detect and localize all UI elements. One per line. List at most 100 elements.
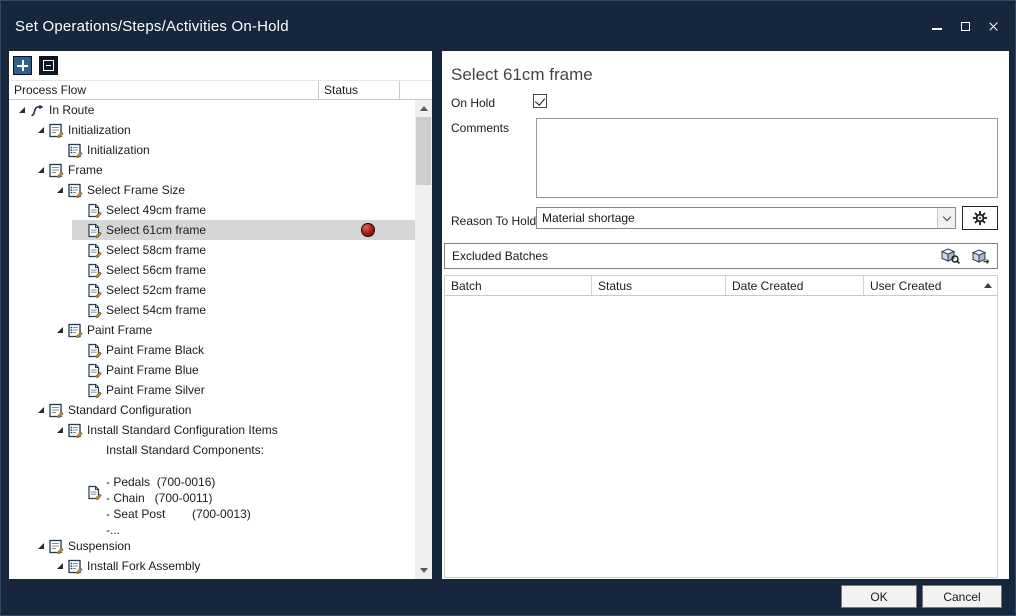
excluded-batches-table: BatchStatusDate CreatedUser Created: [444, 275, 998, 578]
dropdown-button[interactable]: [937, 208, 955, 228]
batches-table-body[interactable]: [445, 296, 997, 577]
tree-indent: [9, 472, 72, 536]
scroll-down-icon: [420, 568, 428, 573]
operation-icon: [48, 538, 64, 554]
activity-icon: [86, 222, 102, 238]
sort-ascending-icon: [984, 283, 992, 288]
expander-icon[interactable]: [34, 407, 48, 413]
tree-item-paint-frame-blue[interactable]: Paint Frame Blue: [9, 360, 415, 380]
tree-item-install-standard-configuration-items[interactable]: Install Standard Configuration Items: [9, 420, 415, 440]
expander-icon[interactable]: [34, 543, 48, 549]
collapse-all-button[interactable]: [39, 56, 58, 75]
expander-icon[interactable]: [53, 427, 67, 433]
excluded-batches-label: Excluded Batches: [452, 249, 548, 263]
tree-item-paint-frame[interactable]: Paint Frame: [9, 320, 415, 340]
tree-item-label: Select 54cm frame: [106, 302, 206, 318]
on-hold-checkbox[interactable]: [533, 94, 547, 108]
ok-button[interactable]: OK: [841, 585, 917, 608]
scrollbar-thumb[interactable]: [416, 117, 431, 185]
tree-item-select-frame-size[interactable]: Select Frame Size: [9, 180, 415, 200]
reason-settings-button[interactable]: [962, 206, 998, 230]
comments-textarea[interactable]: [536, 118, 998, 198]
scroll-up-button[interactable]: [415, 100, 432, 117]
step-icon: [67, 142, 83, 158]
tree-item-paint-frame-black[interactable]: Paint Frame Black: [9, 340, 415, 360]
tree-item-select-61cm-frame[interactable]: Select 61cm frame: [9, 220, 415, 240]
tree-item-initialization[interactable]: Initialization: [9, 120, 415, 140]
tree-item-in-route[interactable]: In Route: [9, 100, 415, 120]
tree-item-label: Paint Frame: [87, 322, 152, 338]
expander-icon[interactable]: [53, 327, 67, 333]
tree-item-label: Select 56cm frame: [106, 262, 206, 278]
activity-icon: [86, 202, 102, 218]
tree-item-content: Install Fork Assembly: [53, 556, 415, 576]
tree-item-suspension[interactable]: Suspension: [9, 536, 415, 556]
tree-item-select-52cm-frame[interactable]: Select 52cm frame: [9, 280, 415, 300]
find-batch-icon[interactable]: [941, 248, 960, 265]
column-header-status[interactable]: Status: [319, 81, 400, 99]
reason-to-hold-label: Reason To Hold: [451, 214, 536, 228]
icon-placeholder: [86, 442, 102, 458]
expander-icon[interactable]: [34, 127, 48, 133]
tree-item-label: - Pedals (700-0016) - Chain (700-0011) -…: [106, 472, 251, 538]
tree-item-install-fork-assembly[interactable]: Install Fork Assembly: [9, 556, 415, 576]
comments-label: Comments: [451, 121, 509, 135]
batch-column-status[interactable]: Status: [592, 276, 726, 295]
tree-item-select-49cm-frame[interactable]: Select 49cm frame: [9, 200, 415, 220]
tree-indent: [9, 160, 34, 180]
tree-item-content: - Pedals (700-0016) - Chain (700-0011) -…: [72, 472, 415, 536]
route-icon: [29, 102, 45, 118]
expander-icon[interactable]: [53, 563, 67, 569]
tree-indent: [9, 380, 72, 400]
tree-indent: [9, 420, 53, 440]
tree-item-label: In Route: [49, 102, 94, 118]
titlebar[interactable]: Set Operations/Steps/Activities On-Hold: [1, 1, 1015, 51]
tree-item-label: Install Standard Configuration Items: [87, 422, 278, 438]
scroll-down-button[interactable]: [415, 562, 432, 579]
activity-icon: [86, 262, 102, 278]
tree-item-label: Initialization: [87, 142, 150, 158]
expander-icon[interactable]: [53, 187, 67, 193]
tree-item-content: Paint Frame Blue: [72, 360, 415, 380]
tree-indent: [9, 440, 72, 460]
plus-icon: [17, 60, 28, 71]
dialog-window: Set Operations/Steps/Activities On-Hold …: [0, 0, 1016, 616]
tree-item-initialization[interactable]: Initialization: [9, 140, 415, 160]
column-header-process-flow[interactable]: Process Flow: [9, 81, 319, 99]
tree-indent: [9, 240, 72, 260]
tree-item-label: Install Fork Assembly: [87, 558, 200, 574]
tree-item-content: Initialization: [34, 120, 415, 140]
tree-indent: [9, 400, 34, 420]
tree-item-select-54cm-frame[interactable]: Select 54cm frame: [9, 300, 415, 320]
expander-icon[interactable]: [34, 167, 48, 173]
tree-indent: [9, 340, 72, 360]
tree-vertical-scrollbar[interactable]: [415, 100, 432, 579]
detail-panel: Select 61cm frame On Hold Comments Reaso…: [442, 51, 1009, 579]
tree-item-pedals-700-0016[interactable]: - Pedals (700-0016) - Chain (700-0011) -…: [9, 472, 415, 536]
chevron-down-icon: [942, 212, 950, 220]
tree-indent: [9, 360, 72, 380]
close-button[interactable]: [981, 14, 1005, 38]
batch-column-user-created[interactable]: User Created: [864, 276, 997, 295]
maximize-button[interactable]: [953, 14, 977, 38]
tree-item-paint-frame-silver[interactable]: Paint Frame Silver: [9, 380, 415, 400]
reason-to-hold-select[interactable]: Material shortage: [536, 207, 956, 229]
activity-icon: [86, 342, 102, 358]
tree-item-content: Standard Configuration: [34, 400, 415, 420]
tree-item-content: Select 49cm frame: [72, 200, 415, 220]
minimize-button[interactable]: [925, 14, 949, 38]
batch-column-batch[interactable]: Batch: [445, 276, 592, 295]
tree-item-content: Paint Frame Black: [72, 340, 415, 360]
tree-item-select-58cm-frame[interactable]: Select 58cm frame: [9, 240, 415, 260]
tree-item-select-56cm-frame[interactable]: Select 56cm frame: [9, 260, 415, 280]
tree-item-content: Select 56cm frame: [72, 260, 415, 280]
batch-column-date-created[interactable]: Date Created: [726, 276, 864, 295]
tree-item-standard-configuration[interactable]: Standard Configuration: [9, 400, 415, 420]
expander-icon[interactable]: [15, 107, 29, 113]
tree-item-install-standard-components[interactable]: Install Standard Components:: [9, 440, 415, 460]
assign-batch-icon[interactable]: [971, 248, 990, 265]
expand-all-button[interactable]: [13, 56, 32, 75]
tree-item-label: Frame: [68, 162, 103, 178]
tree-item-frame[interactable]: Frame: [9, 160, 415, 180]
cancel-button[interactable]: Cancel: [922, 585, 1002, 608]
